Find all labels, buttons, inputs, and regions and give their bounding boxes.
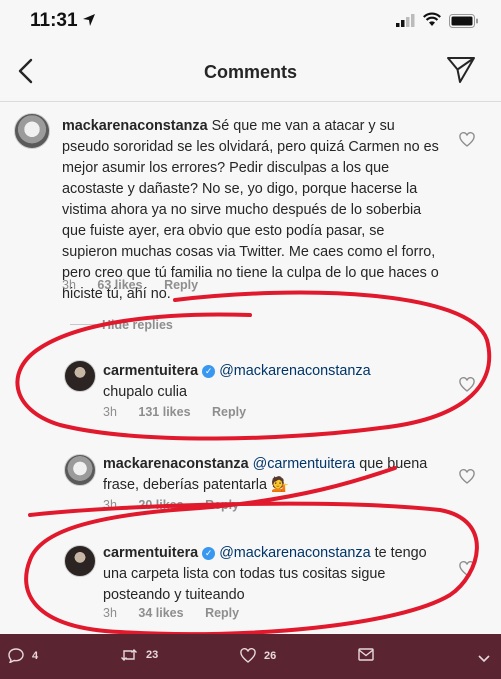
- comment-mention[interactable]: @mackarenaconstanza: [219, 545, 370, 561]
- direct-send-icon[interactable]: [446, 56, 476, 84]
- reply-button[interactable]: Reply: [164, 278, 198, 292]
- comment-body: carmentuitera ✓ @mackarenaconstanza te ten…: [103, 543, 443, 606]
- comment-time: 3h: [103, 606, 117, 620]
- verified-badge-icon: ✓: [202, 365, 216, 378]
- avatar[interactable]: [64, 454, 96, 486]
- comment-text: Sé que me van a atacar y su pseudo soror…: [62, 118, 439, 302]
- reply-action[interactable]: 4: [8, 648, 39, 664]
- status-bar: 11:31: [0, 0, 501, 42]
- more-action[interactable]: [478, 650, 498, 663]
- battery-icon: [449, 14, 478, 28]
- wifi-icon: [423, 12, 441, 26]
- comment-likes[interactable]: 63 likes: [97, 278, 142, 292]
- comment-body: carmentuitera ✓ @mackarenaconstanza chupal…: [103, 361, 443, 403]
- comment-likes[interactable]: 131 likes: [138, 405, 190, 419]
- comment-time: 3h: [103, 405, 117, 419]
- reply-button[interactable]: Reply: [205, 606, 239, 620]
- tweet-action-bar: 4 23 26: [0, 634, 501, 679]
- comment-body: mackarenaconstanza Sé que me van a ataca…: [62, 116, 442, 305]
- status-time: 11:31: [30, 10, 78, 31]
- hide-replies-dash: [70, 324, 96, 325]
- comment-username[interactable]: carmentuitera: [103, 545, 198, 561]
- comment-meta: 3h 63 likes Reply: [62, 278, 216, 292]
- like-heart-icon: [240, 648, 256, 663]
- reply-button[interactable]: Reply: [212, 405, 246, 419]
- message-action[interactable]: [358, 648, 382, 661]
- avatar[interactable]: [64, 360, 96, 392]
- heart-icon[interactable]: [459, 132, 475, 147]
- comment-username[interactable]: carmentuitera: [103, 363, 198, 379]
- comment-mention[interactable]: @mackarenaconstanza: [219, 363, 370, 379]
- signal-icon: [396, 14, 415, 27]
- like-count: 26: [264, 650, 277, 662]
- comment-meta: 3h 131 likes Reply: [103, 405, 264, 419]
- comment-likes[interactable]: 20 likes: [138, 498, 183, 512]
- comment-meta: 3h 20 likes Reply: [103, 498, 257, 512]
- avatar[interactable]: [64, 545, 96, 577]
- comment-username[interactable]: mackarenaconstanza: [103, 456, 249, 472]
- heart-icon[interactable]: [459, 377, 475, 392]
- comment-likes[interactable]: 34 likes: [138, 606, 183, 620]
- heart-icon[interactable]: [459, 469, 475, 484]
- envelope-icon: [358, 648, 374, 661]
- verified-badge-icon: ✓: [202, 547, 216, 560]
- like-action[interactable]: 26: [240, 648, 276, 663]
- reply-count: 4: [32, 650, 39, 662]
- retweet-icon: [121, 649, 137, 661]
- comment-body: mackarenaconstanza @carmentuitera que bu…: [103, 454, 448, 496]
- avatar[interactable]: [14, 113, 50, 149]
- header-divider: [0, 101, 501, 102]
- hide-replies-button[interactable]: Hide replies: [70, 318, 173, 332]
- comment-username[interactable]: mackarenaconstanza: [62, 118, 208, 134]
- reply-button[interactable]: Reply: [205, 498, 239, 512]
- heart-icon[interactable]: [459, 561, 475, 576]
- comment-time: 3h: [62, 278, 76, 292]
- reply-icon: [8, 648, 24, 664]
- comment-mention[interactable]: @carmentuitera: [253, 456, 356, 472]
- retweet-action[interactable]: 23: [120, 648, 158, 662]
- location-arrow-icon: [83, 14, 95, 26]
- chevron-down-icon: [478, 655, 490, 663]
- comment-meta: 3h 34 likes Reply: [103, 606, 257, 620]
- page-title: Comments: [203, 62, 297, 82]
- comment-time: 3h: [103, 498, 117, 512]
- comment-text: chupalo culia: [103, 384, 188, 400]
- retweet-count: 23: [146, 649, 159, 661]
- hide-replies-label: Hide replies: [102, 318, 173, 332]
